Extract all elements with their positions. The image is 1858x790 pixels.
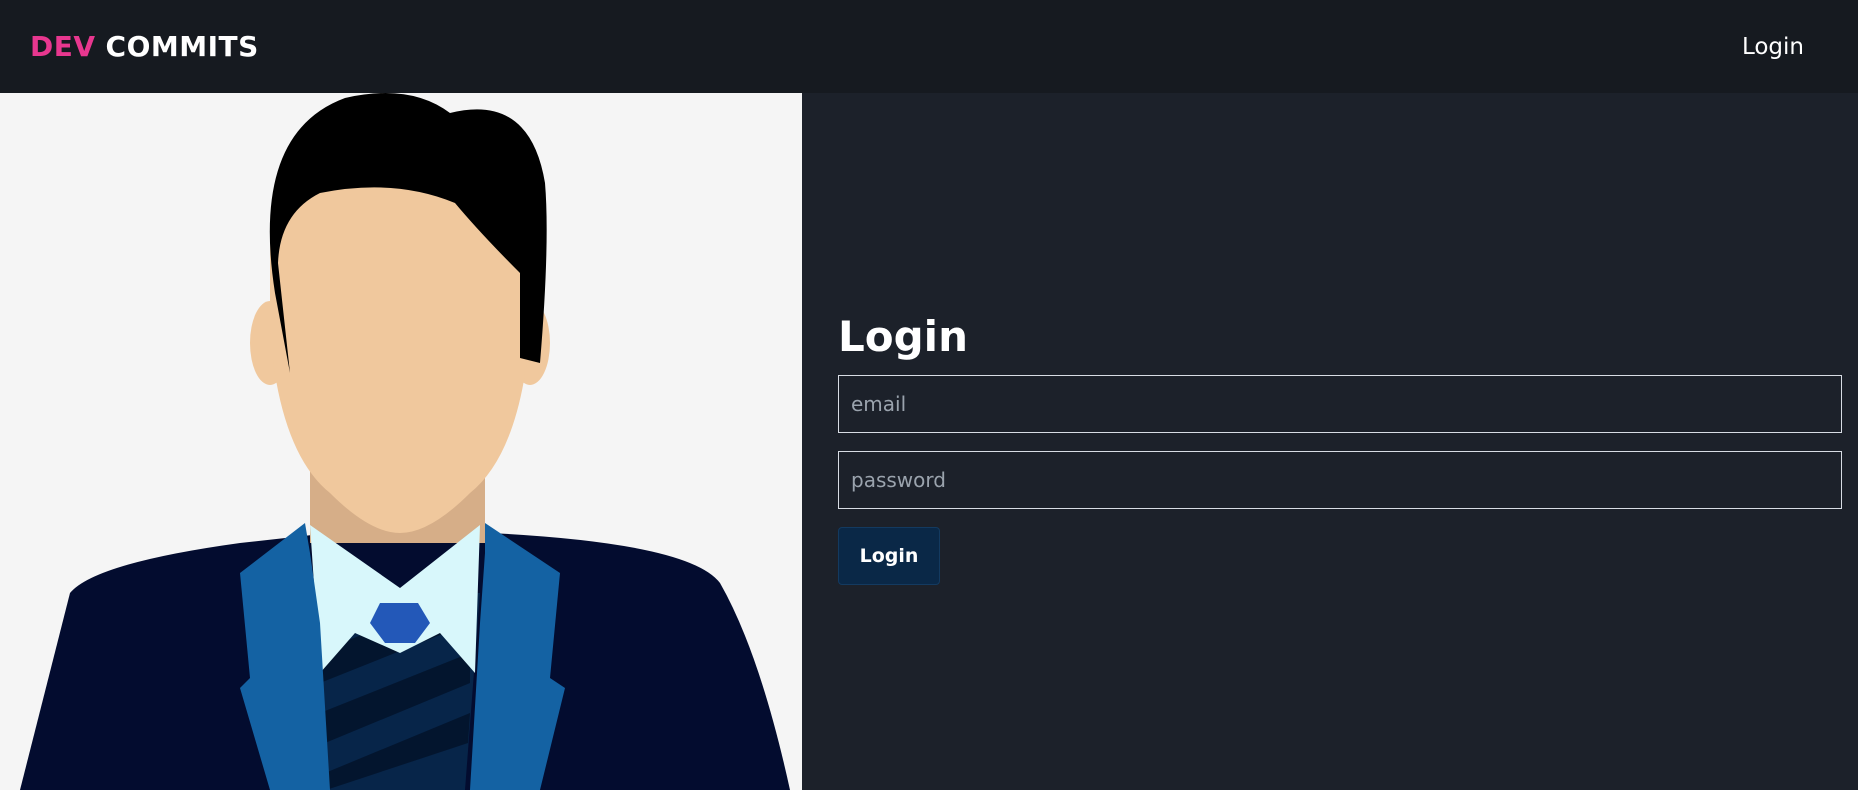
email-input[interactable] xyxy=(838,375,1842,433)
brand-logo[interactable]: DEV COMMITS xyxy=(30,30,259,63)
password-input[interactable] xyxy=(838,451,1842,509)
navbar: DEV COMMITS Login xyxy=(0,0,1858,93)
login-title: Login xyxy=(838,312,968,361)
login-submit-button[interactable]: Login xyxy=(838,527,940,585)
nav-login-link[interactable]: Login xyxy=(1742,34,1804,60)
login-panel: Login Login xyxy=(802,93,1858,790)
brand-main-text: COMMITS xyxy=(105,30,259,63)
businessman-avatar-image xyxy=(0,93,802,790)
hero-illustration xyxy=(0,93,802,790)
brand-accent-text: DEV xyxy=(30,30,96,63)
